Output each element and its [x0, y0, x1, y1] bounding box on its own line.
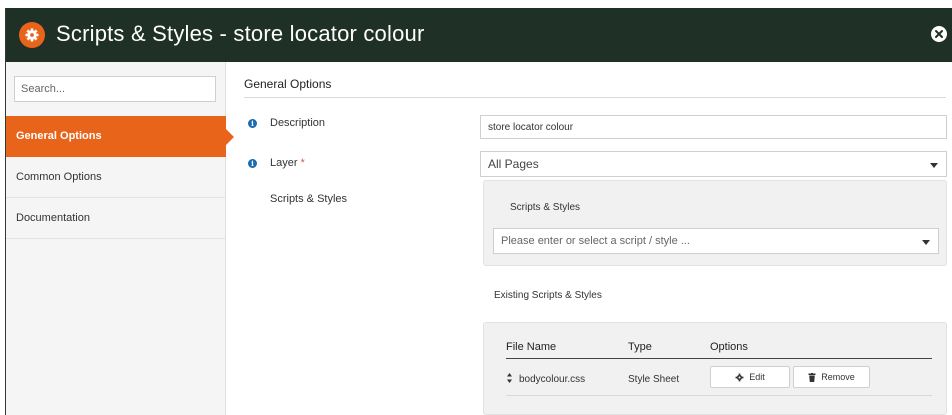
row-divider — [506, 395, 932, 396]
required-mark: * — [300, 157, 305, 169]
column-header-type: Type — [628, 341, 652, 353]
sidebar-item-common-options[interactable]: Common Options — [6, 157, 226, 198]
existing-scripts-label: Existing Scripts & Styles — [494, 290, 602, 301]
sidebar-item-documentation[interactable]: Documentation — [6, 198, 226, 239]
section-title: General Options — [244, 77, 332, 91]
script-style-select[interactable]: Please enter or select a script / style … — [493, 228, 939, 254]
main-content: General Options i Description i Layer* A… — [226, 62, 952, 415]
info-icon[interactable]: i — [248, 159, 257, 168]
sidebar-item-label: Common Options — [16, 171, 102, 183]
existing-scripts-table: File Name Type Options bodycolour.css St… — [483, 322, 947, 415]
column-header-file-name: File Name — [506, 341, 557, 353]
file-name-cell: bodycolour.css — [519, 374, 586, 385]
gear-icon — [735, 373, 744, 381]
panel-label: Scripts & Styles — [510, 202, 581, 213]
info-icon[interactable]: i — [248, 119, 257, 128]
remove-label: Remove — [821, 372, 855, 382]
column-header-options: Options — [710, 341, 748, 353]
remove-button[interactable]: Remove — [793, 366, 870, 388]
layer-selected-value: All Pages — [488, 157, 539, 171]
chevron-down-icon — [922, 240, 930, 245]
close-icon[interactable] — [931, 26, 947, 42]
drag-handle-icon[interactable] — [506, 371, 513, 389]
header-divider — [506, 358, 932, 359]
layer-label: Layer * — [270, 157, 305, 169]
sidebar-item-label: Documentation — [16, 212, 90, 224]
title-bar: Scripts & Styles - store locator colour — [6, 8, 952, 62]
layer-select[interactable]: All Pages — [480, 151, 947, 177]
section-divider — [244, 97, 946, 98]
description-field[interactable] — [480, 115, 947, 139]
sidebar-item-general-options[interactable]: General Options — [6, 116, 234, 157]
sidebar-item-label: General Options — [16, 130, 102, 142]
modal-window: Scripts & Styles - store locator colour … — [5, 8, 952, 415]
chevron-down-icon — [930, 163, 938, 168]
trash-icon — [808, 372, 816, 382]
layer-label-text: Layer — [270, 157, 298, 169]
scripts-styles-panel: Scripts & Styles Please enter or select … — [483, 180, 947, 266]
window-title: Scripts & Styles - store locator colour — [56, 21, 425, 46]
script-style-placeholder: Please enter or select a script / style … — [501, 235, 690, 247]
search-input[interactable] — [14, 76, 216, 102]
scripts-styles-label: Scripts & Styles — [270, 193, 348, 205]
gear-icon — [19, 22, 45, 48]
edit-label: Edit — [749, 372, 765, 382]
type-cell: Style Sheet — [628, 374, 680, 385]
description-label: Description — [270, 117, 326, 129]
edit-button[interactable]: Edit — [710, 366, 790, 388]
sidebar: General Options Common Options Documenta… — [6, 62, 234, 415]
